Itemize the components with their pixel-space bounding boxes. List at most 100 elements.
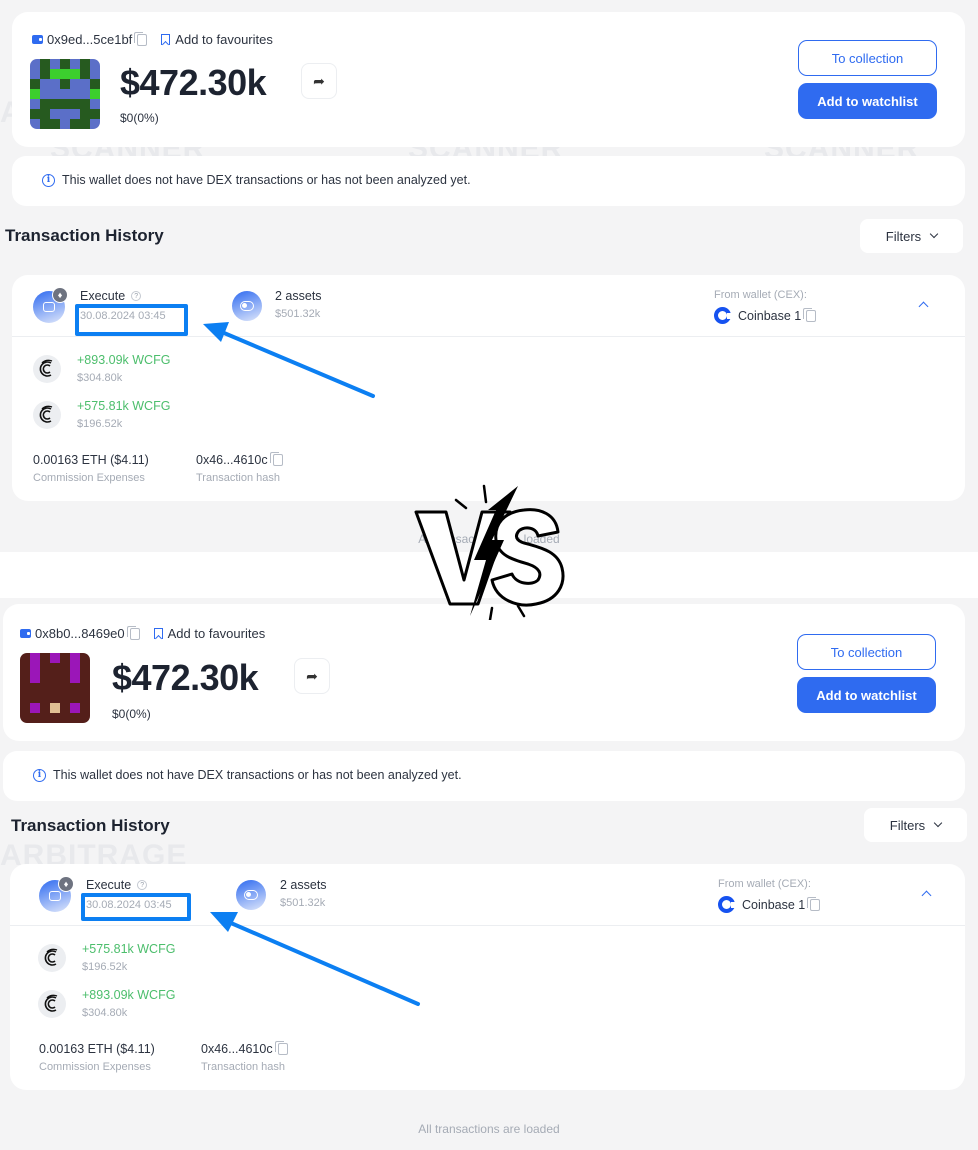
avatar-pixel [80, 59, 90, 69]
avatar-pixel [40, 663, 50, 673]
commission-label: Commission Expenses [39, 1061, 151, 1073]
avatar-pixel [40, 683, 50, 693]
avatar-pixel [80, 99, 90, 109]
copy-address-icon[interactable] [134, 31, 148, 46]
add-to-watchlist-button[interactable]: Add to watchlist [797, 677, 936, 713]
avatar-pixel [70, 713, 80, 723]
tx-type-label: Execute [80, 289, 126, 303]
avatar-pixel [60, 693, 70, 703]
wallet-address: 0x8b0...8469e0 [35, 626, 125, 641]
copy-hash-icon[interactable] [274, 1041, 288, 1055]
add-to-favourites-link[interactable]: Add to favourites [168, 626, 266, 641]
wcfg-token-icon [38, 990, 66, 1018]
help-icon[interactable]: ? [131, 291, 142, 301]
notice-content: i This wallet does not have DEX transact… [42, 173, 471, 187]
annotation-highlight-box [75, 304, 188, 336]
copy-icon[interactable] [807, 896, 821, 911]
tx-type-label: Execute [86, 878, 132, 892]
avatar-pixel [60, 119, 70, 129]
avatar-pixel [70, 79, 80, 89]
commission-value: 0.00163 ETH ($4.11) [39, 1042, 155, 1056]
copy-address-icon[interactable] [126, 625, 140, 640]
avatar-pixel [90, 119, 100, 129]
avatar-pixel [60, 683, 70, 693]
avatar-pixel [70, 683, 80, 693]
avatar-pixel [40, 693, 50, 703]
tx-hash-value[interactable]: 0x46...4610c [196, 453, 268, 467]
avatar-pixel [90, 69, 100, 79]
avatar-pixel [50, 79, 60, 89]
share-button[interactable]: ➦ [294, 658, 330, 694]
spark-line [488, 606, 494, 620]
avatar-pixel [50, 653, 60, 663]
from-wallet-label: From wallet (CEX): [718, 878, 811, 890]
copy-icon[interactable] [803, 307, 817, 322]
wallet-balance: $472.30k [112, 657, 259, 698]
avatar-pixel [30, 69, 40, 79]
add-to-favourites-link[interactable]: Add to favourites [175, 32, 273, 47]
divider [10, 925, 965, 926]
transaction-history-title: Transaction History [11, 816, 170, 835]
wcfg-token-icon [33, 355, 61, 383]
filters-button[interactable]: Filters [860, 219, 963, 253]
avatar-pixel [90, 99, 100, 109]
comparison-panel-top: ARBITRAGESCANNER ARBITRAGESCANNER ARBITR… [0, 0, 978, 552]
avatar-pixel [20, 713, 30, 723]
from-wallet-name: Coinbase 1 [742, 897, 806, 912]
avatar-pixel [70, 653, 80, 663]
add-to-watchlist-button[interactable]: Add to watchlist [798, 83, 937, 119]
tx-type: Execute ? [80, 289, 142, 303]
avatar-pixel [30, 713, 40, 723]
to-collection-button[interactable]: To collection [797, 634, 936, 670]
bookmark-icon[interactable] [153, 628, 163, 639]
avatar-pixel [80, 79, 90, 89]
avatar-pixel [30, 663, 40, 673]
vs-letter-s [490, 508, 565, 607]
balance-change: $0(0%) [112, 707, 151, 721]
comparison-panel-bottom: ARBITRAGESCANNER ARBITRAGESCANNER ARBITR… [0, 598, 978, 1150]
avatar-pixel [70, 89, 80, 99]
chevron-down-icon [929, 229, 939, 239]
share-icon: ➦ [306, 667, 318, 684]
wallet-icon [32, 35, 43, 44]
avatar-pixel [80, 119, 90, 129]
tx-hash: 0x46...4610c [201, 1041, 288, 1056]
avatar-pixel [40, 109, 50, 119]
share-button[interactable]: ➦ [301, 63, 337, 99]
notice-text: This wallet does not have DEX transactio… [62, 173, 471, 187]
share-icon: ➦ [313, 72, 325, 89]
tx-hash-value[interactable]: 0x46...4610c [201, 1042, 273, 1056]
avatar-pixel [50, 99, 60, 109]
avatar-pixel [60, 89, 70, 99]
avatar-pixel [70, 119, 80, 129]
spark-line [454, 498, 468, 510]
token-value: $304.80k [77, 372, 123, 384]
filters-button[interactable]: Filters [864, 808, 967, 842]
avatar-pixel [70, 69, 80, 79]
to-collection-button[interactable]: To collection [798, 40, 937, 76]
avatar-pixel [90, 109, 100, 119]
dex-notice: i This wallet does not have DEX transact… [12, 156, 965, 206]
avatar-pixel [50, 673, 60, 683]
avatar-pixel [30, 693, 40, 703]
avatar-pixel [70, 693, 80, 703]
avatar-pixel [20, 693, 30, 703]
from-wallet-label: From wallet (CEX): [714, 289, 807, 301]
assets-icon [232, 291, 262, 321]
wallet-header: 0x8b0...8469e0 Add to favourites [20, 625, 266, 641]
help-icon[interactable]: ? [137, 880, 148, 890]
collapse-chevron-icon[interactable] [918, 301, 929, 312]
vs-lightning-graphic: VS [414, 484, 565, 620]
info-icon: i [33, 768, 46, 782]
wcfg-token-icon [38, 944, 66, 972]
avatar-pixel [30, 673, 40, 683]
collapse-chevron-icon[interactable] [921, 890, 932, 901]
coinbase-icon [718, 896, 736, 913]
bookmark-icon[interactable] [161, 34, 171, 45]
avatar-pixel [30, 653, 40, 663]
notice-content: i This wallet does not have DEX transact… [33, 768, 462, 782]
avatar-pixel [50, 119, 60, 129]
avatar-pixel [30, 89, 40, 99]
token-value: $196.52k [77, 418, 123, 430]
copy-hash-icon[interactable] [269, 452, 283, 466]
